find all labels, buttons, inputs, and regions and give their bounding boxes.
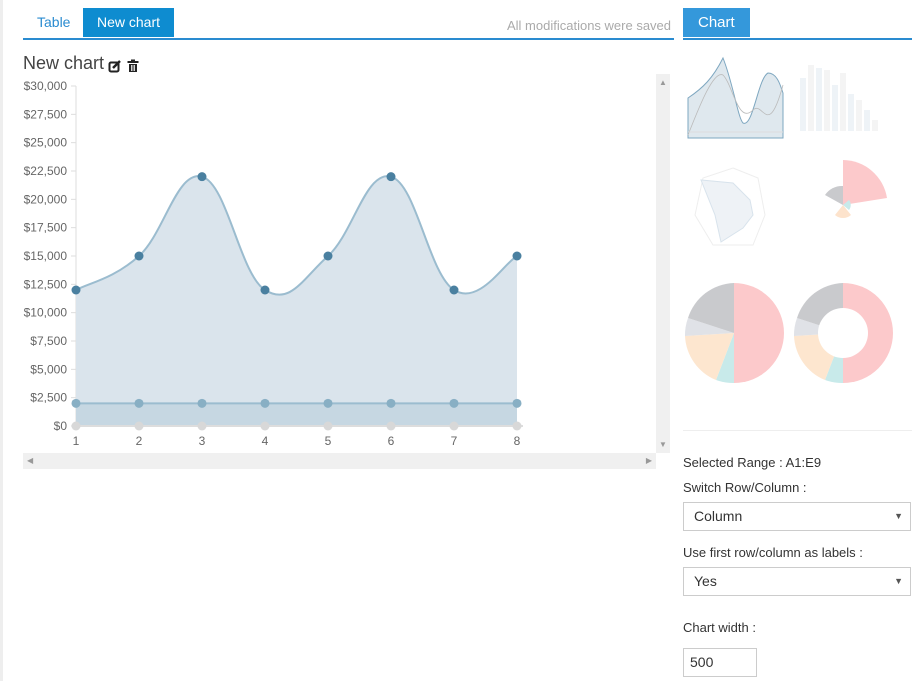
series-3-point	[449, 421, 459, 431]
x-tick-label: 4	[262, 434, 269, 448]
trash-icon[interactable]	[126, 57, 140, 72]
series-1-point	[386, 172, 396, 182]
chart-width-input[interactable]: 500	[683, 648, 757, 677]
y-tick-label: $2,500	[30, 391, 67, 405]
chart-width-label: Chart width :	[683, 620, 756, 635]
series-1-point	[197, 172, 207, 182]
line-chart: $0 $2,500 $5,000 $7,500 $10,000 $12,500 $15,00…	[24, 79, 523, 448]
tab-table[interactable]: Table	[23, 8, 84, 37]
chart-type-radar[interactable]	[694, 167, 766, 246]
chart-title-row: New chart	[23, 53, 140, 74]
y-tick-label: $17,500	[24, 221, 68, 235]
switch-row-column-value: Column	[694, 508, 743, 524]
y-tick-label: $25,000	[24, 136, 68, 150]
chart-canvas: $0 $2,500 $5,000 $7,500 $10,000 $12,500 $15,00…	[23, 74, 656, 454]
chart-type-line[interactable]	[683, 55, 788, 139]
x-tick-label: 7	[451, 434, 458, 448]
y-tick-label: $12,500	[24, 277, 68, 291]
selected-range-label: Selected Range : A1:E9	[683, 455, 822, 470]
y-tick-label: $5,000	[30, 362, 67, 376]
chart-type-doughnut[interactable]	[793, 283, 893, 384]
series-1-point	[323, 251, 333, 261]
edit-icon[interactable]	[108, 57, 122, 72]
series-2-point	[323, 398, 333, 408]
chart-type-gallery	[683, 50, 912, 400]
editor-tabs: Table New chart All modifications were s…	[23, 8, 674, 40]
y-tick-label: $30,000	[24, 79, 68, 93]
chart-title: New chart	[23, 53, 105, 73]
series-3-point	[260, 421, 270, 431]
divider	[683, 430, 912, 431]
series-1-point	[71, 285, 81, 295]
use-labels-value: Yes	[694, 573, 717, 589]
use-labels-select[interactable]: Yes ▼	[683, 567, 911, 596]
series-2-point	[197, 398, 207, 408]
series-3-point	[323, 421, 333, 431]
switch-row-column-select[interactable]: Column ▼	[683, 502, 911, 531]
x-tick-label: 1	[73, 434, 80, 448]
series-3-point	[134, 421, 144, 431]
x-tick-label: 3	[199, 434, 206, 448]
x-tick-label: 5	[325, 434, 332, 448]
x-tick-label: 2	[136, 434, 143, 448]
series-1-area	[76, 176, 517, 426]
chart-type-bar[interactable]	[800, 65, 878, 131]
series-2-point	[386, 398, 396, 408]
chart-type-pie[interactable]	[684, 283, 784, 384]
series-3-point	[512, 421, 522, 431]
scroll-left-icon[interactable]: ◀	[27, 456, 33, 465]
x-tick-label: 6	[388, 434, 395, 448]
use-labels-label: Use first row/column as labels :	[683, 545, 863, 560]
series-3-point	[197, 421, 207, 431]
chevron-down-icon: ▼	[894, 576, 903, 586]
y-tick-label: $15,000	[24, 249, 68, 263]
save-status: All modifications were saved	[507, 18, 672, 33]
switch-row-column-label: Switch Row/Column :	[683, 480, 807, 495]
series-2-point	[512, 398, 522, 408]
chevron-down-icon: ▼	[894, 511, 903, 521]
series-1-point	[260, 285, 270, 295]
series-1-point	[134, 251, 144, 261]
series-1-point	[512, 251, 522, 261]
y-tick-label: $0	[54, 419, 68, 433]
x-tick-label: 8	[514, 434, 521, 448]
chart-type-polar[interactable]	[825, 160, 887, 219]
series-2-area	[76, 403, 517, 426]
series-1-point	[449, 285, 459, 295]
series-2-point	[134, 398, 144, 408]
tab-chart[interactable]: Chart	[683, 8, 750, 37]
horizontal-scrollbar[interactable]: ◀ ▶	[23, 453, 656, 469]
series-3-point	[386, 421, 396, 431]
series-3-point	[71, 421, 81, 431]
y-tick-label: $20,000	[24, 192, 68, 206]
y-tick-label: $27,500	[24, 107, 68, 121]
y-tick-label: $7,500	[30, 334, 67, 348]
y-tick-label: $10,000	[24, 306, 68, 320]
scroll-down-icon[interactable]: ▼	[659, 440, 667, 449]
scroll-right-icon[interactable]: ▶	[646, 456, 652, 465]
panel-tabs: Chart	[683, 8, 912, 40]
scroll-up-icon[interactable]: ▲	[659, 78, 667, 87]
left-edge	[0, 0, 3, 681]
series-2-point	[449, 398, 459, 408]
y-tick-label: $22,500	[24, 164, 68, 178]
series-2-point	[71, 398, 81, 408]
tab-new-chart[interactable]: New chart	[83, 8, 175, 37]
vertical-scrollbar[interactable]: ▲ ▼	[656, 74, 670, 453]
series-2-point	[260, 398, 270, 408]
